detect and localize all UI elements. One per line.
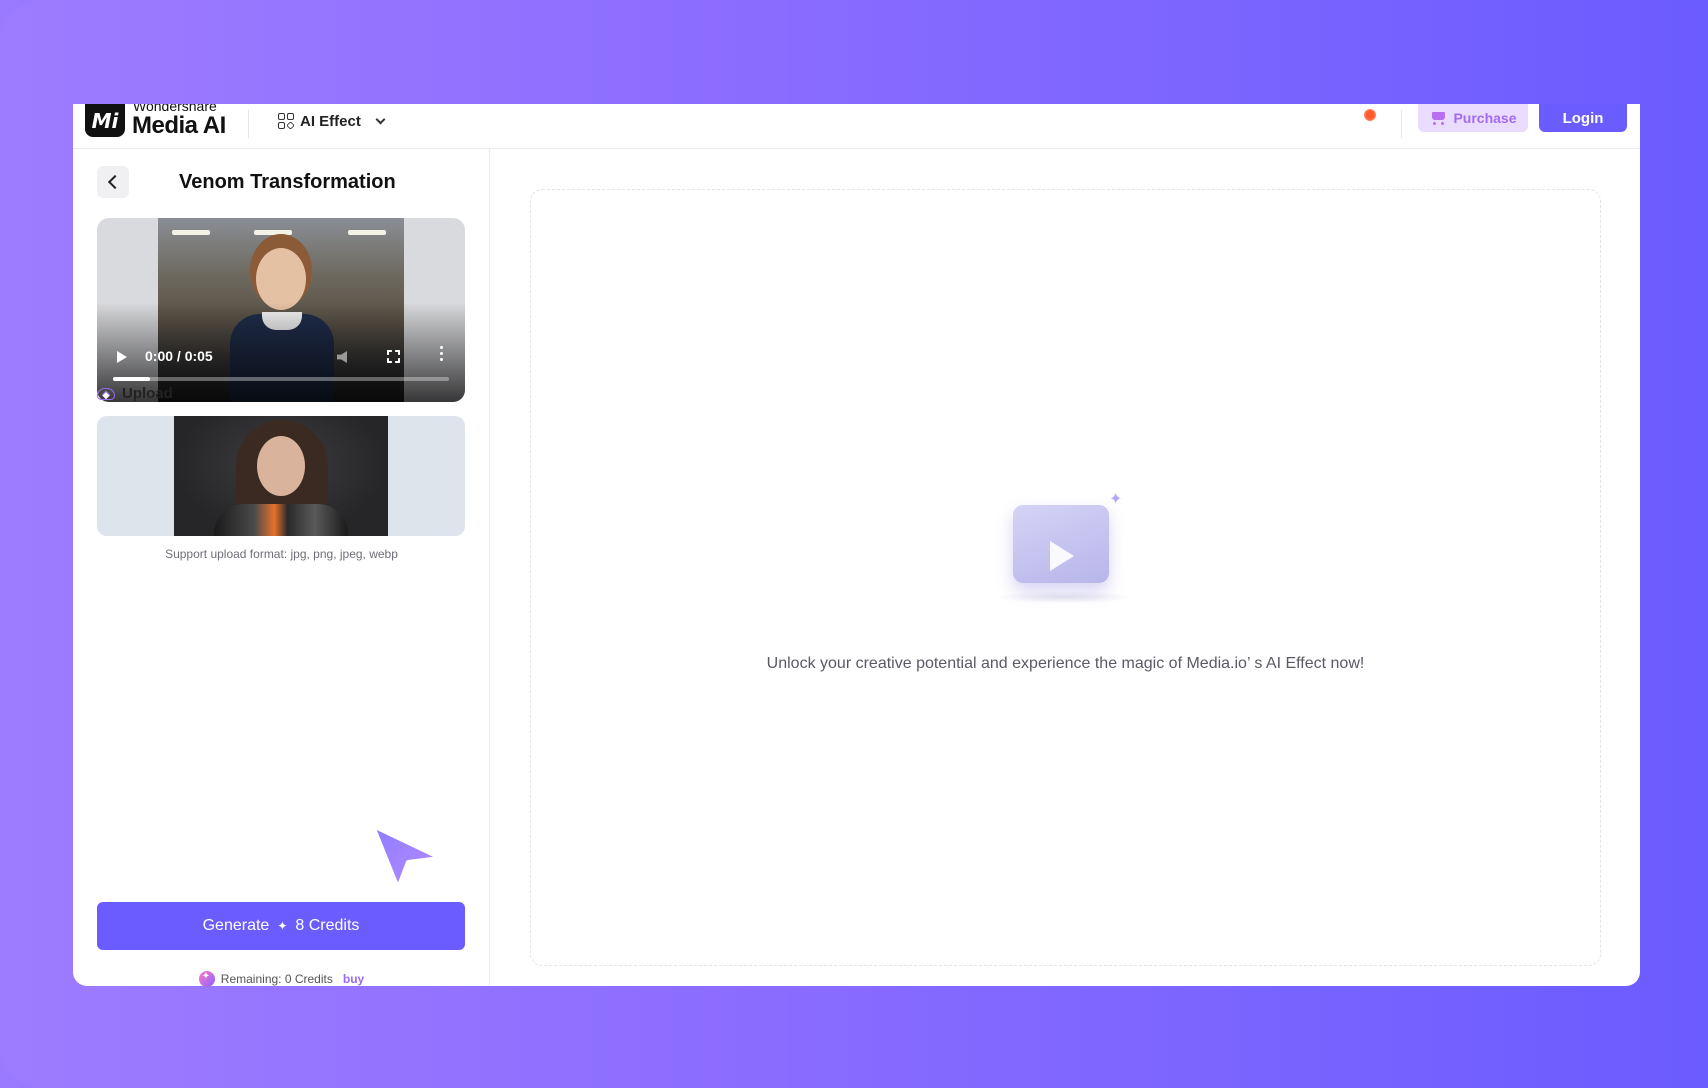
- media-ai-logo[interactable]: Mi: [85, 104, 125, 137]
- uploaded-portrait: [174, 416, 388, 536]
- scene-light: [348, 230, 386, 235]
- mouse-cursor-icon: [371, 824, 442, 888]
- scene-light: [172, 230, 210, 235]
- backdrop: Mi Wondershare Media AI AI Effect Purcha…: [0, 0, 1708, 1088]
- video-time: 0:00 / 0:05: [145, 348, 213, 364]
- video-placeholder-icon: ✦: [995, 491, 1135, 605]
- credit-icon: [198, 971, 215, 986]
- upload-format-note: Support upload format: jpg, png, jpeg, w…: [165, 547, 398, 561]
- login-button[interactable]: Login: [1539, 104, 1627, 132]
- empty-state-message: Unlock your creative potential and exper…: [766, 655, 1365, 672]
- play-icon[interactable]: [117, 351, 127, 363]
- result-preview-area: ✦ Unlock your creative potential and exp…: [530, 189, 1601, 966]
- back-button[interactable]: [97, 166, 129, 198]
- placeholder-screen: [1013, 505, 1109, 583]
- generate-label: Generate: [202, 917, 270, 934]
- notification-dot[interactable]: [1364, 109, 1376, 121]
- video-progress-bar[interactable]: [113, 377, 449, 381]
- chevron-down-icon: [375, 114, 386, 124]
- upload-label: Upload: [122, 385, 173, 402]
- video-subject-head: [256, 248, 306, 310]
- sparkle-star-icon: ✦: [1109, 491, 1123, 508]
- cart-icon: [1429, 111, 1447, 125]
- purchase-label: Purchase: [1453, 110, 1517, 126]
- portrait-armor: [214, 504, 348, 536]
- purchase-button[interactable]: Purchase: [1418, 104, 1528, 132]
- generate-button[interactable]: Generate ✦ 8 Credits: [97, 902, 465, 950]
- video-progress-fill: [113, 377, 150, 381]
- header-divider-right: [1401, 110, 1402, 138]
- cloud-upload-icon: [97, 386, 115, 402]
- placeholder-play-icon: [1050, 541, 1074, 571]
- header-divider: [248, 110, 249, 138]
- logo-glyph: Mi: [91, 108, 119, 133]
- portrait-face: [257, 436, 305, 496]
- buy-link[interactable]: buy: [343, 972, 364, 986]
- more-options-icon[interactable]: [440, 346, 444, 362]
- sample-video-player[interactable]: 0:00 / 0:05: [97, 218, 465, 402]
- brand-name[interactable]: Media AI: [132, 112, 226, 140]
- credits-remaining: Remaining: 0 Credits buy: [73, 971, 490, 986]
- uploaded-image-preview[interactable]: [97, 416, 465, 536]
- sparkle-icon: ✦: [277, 919, 288, 933]
- effect-title: Venom Transformation: [179, 171, 396, 193]
- ai-effect-menu-label: AI Effect: [300, 112, 361, 130]
- top-bar: Mi Wondershare Media AI AI Effect Purcha…: [73, 104, 1640, 149]
- fullscreen-icon[interactable]: [387, 350, 400, 363]
- scene-light: [254, 230, 292, 235]
- ai-effect-menu[interactable]: AI Effect: [278, 108, 386, 134]
- grid-icon: [278, 113, 295, 130]
- remaining-text: Remaining: 0 Credits: [220, 972, 333, 986]
- app-window: Mi Wondershare Media AI AI Effect Purcha…: [73, 104, 1640, 986]
- placeholder-shadow: [995, 591, 1135, 603]
- generate-credits: 8 Credits: [295, 917, 360, 934]
- upload-button[interactable]: Upload: [97, 385, 173, 402]
